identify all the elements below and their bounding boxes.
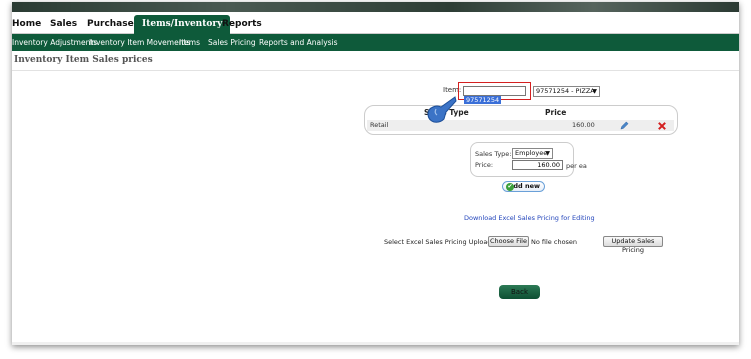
file-status: No file chosen [531,238,578,246]
table-row: Retail 160.00 [367,120,674,131]
subnav-inventory-item-movements[interactable]: Inventory Item Movements [89,34,190,51]
footer-divider [12,342,739,345]
browser-top-strip [12,2,739,12]
item-code-input[interactable]: 97571254 [463,86,526,104]
title-divider [12,70,739,71]
subnav-items[interactable]: Items [179,34,200,51]
nav-tab-items-inventory[interactable]: Items/Inventory [134,15,231,34]
row-sales-type: Retail [370,121,389,129]
item-code-value: 97571254 [464,96,502,104]
price-input[interactable]: 160.00 [512,160,563,170]
header-price: Price [545,108,567,117]
sales-type-value: Employee [515,149,548,157]
nav-tab-label: Home [12,19,42,29]
sales-type-select[interactable]: Employee ▼ [512,148,553,159]
item-select-value: 97571254 - PIZZA [536,87,595,95]
sub-nav: Inventory Adjustments Inventory Item Mov… [12,34,739,51]
nav-tab-purchases[interactable]: Purchases [87,15,139,34]
subnav-reports-analysis[interactable]: Reports and Analysis [259,34,338,51]
nav-tab-label: Sales [50,19,78,29]
chevron-down-icon: ▼ [592,88,597,95]
add-new-button[interactable]: ✔ Add new [502,181,545,192]
main-nav: Home Sales Purchases Items/Inventory Rep… [12,12,739,34]
nav-tab-label: Items/Inventory [142,19,223,29]
nav-tab-home[interactable]: Home [12,15,41,34]
nav-tab-reports[interactable]: Reports [222,15,262,34]
upload-label: Select Excel Sales Pricing Upload: [384,238,494,246]
page-title: Inventory Item Sales prices [14,55,153,65]
hand-pointer-icon [425,95,457,129]
pencil-icon[interactable] [620,120,629,134]
delete-x-icon[interactable] [658,120,666,134]
download-excel-link[interactable]: Download Excel Sales Pricing for Editing [464,214,595,222]
checkmark-icon: ✔ [506,183,514,191]
item-select[interactable]: 97571254 - PIZZA ▼ [533,86,600,97]
row-price: 160.00 [572,121,595,129]
subnav-inventory-adjustments[interactable]: Inventory Adjustments [12,34,97,51]
unit-label: per ea [566,162,587,170]
nav-tab-label: Reports [222,19,262,29]
back-button[interactable]: Back [499,285,540,299]
update-sales-pricing-button[interactable]: Update Sales Pricing [603,236,663,254]
nav-tab-label: Purchases [87,19,140,29]
choose-file-button[interactable]: Choose File [488,236,529,247]
app-window: Home Sales Purchases Items/Inventory Rep… [12,2,739,345]
chevron-down-icon: ▼ [545,150,550,157]
subnav-sales-pricing[interactable]: Sales Pricing [208,34,256,51]
nav-tab-sales[interactable]: Sales [50,15,77,34]
price-label: Price: [475,161,494,169]
sales-type-label: Sales Type: [475,150,512,158]
